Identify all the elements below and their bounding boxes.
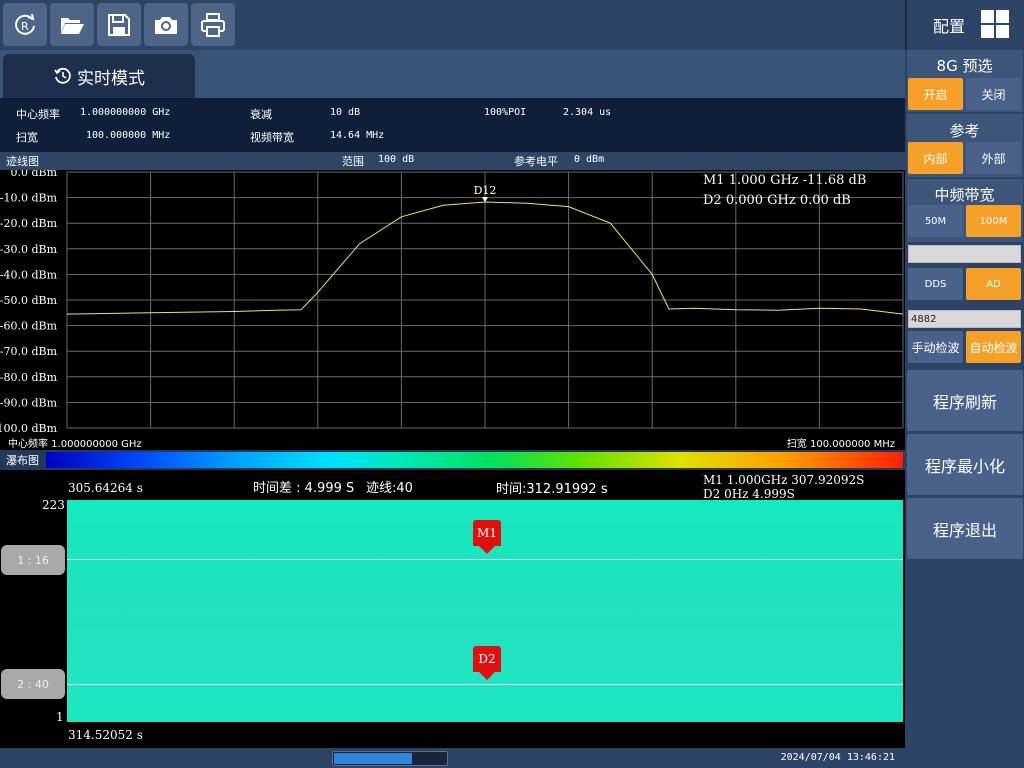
- waterfall-y-bottom: 1: [56, 710, 64, 724]
- poi-label: 100%POI: [484, 107, 527, 118]
- span-label: 扫宽: [16, 131, 38, 144]
- waterfall-readout-m1: M1 1.000GHz 307.92092S: [703, 473, 865, 487]
- reset-icon: R: [15, 13, 35, 35]
- save-icon: [108, 13, 130, 36]
- waterfall-canvas[interactable]: M1 D2: [67, 500, 903, 722]
- center-freq-value: 1.000000000 GHz: [80, 107, 171, 118]
- center-freq-label: 中心频率: [16, 108, 60, 121]
- trace-readout-m1: M1 1.000 GHz -11.68 dB: [703, 173, 867, 188]
- waterfall-y-top: 223: [42, 498, 65, 512]
- ref-internal-button[interactable]: 内部: [908, 142, 963, 174]
- reference-title: 参考: [949, 122, 980, 140]
- ifbw-100m-button[interactable]: 100M: [966, 205, 1021, 237]
- y-tick-label: -60.0 dBm: [0, 320, 58, 333]
- y-tick-label: -20.0 dBm: [0, 217, 58, 230]
- refresh-program-button[interactable]: 程序刷新: [907, 370, 1023, 431]
- trace-header: 迹线图 范围 100 dB 参考电平 0 dBm: [0, 152, 905, 170]
- exit-program-button[interactable]: 程序退出: [907, 498, 1023, 559]
- footer-center-freq: 中心频率 1.000000000 GHz: [8, 439, 142, 450]
- trace-line-count: 迹线:40: [366, 481, 413, 496]
- manual-detect-button[interactable]: 手动检波: [908, 331, 963, 363]
- trace-footer: 中心频率 1.000000000 GHz 扫宽 100.000000 MHz: [0, 432, 905, 450]
- config-label: 配置: [933, 17, 966, 36]
- status-bar: 2024/07/04 13:46:21: [0, 748, 905, 768]
- atten-value: 10 dB: [330, 107, 361, 118]
- grid-icon[interactable]: [981, 10, 1009, 38]
- reset-button[interactable]: R: [3, 3, 47, 46]
- save-button[interactable]: [97, 3, 141, 46]
- tab-bar: 实时模式: [0, 50, 905, 98]
- folder-open-icon: [61, 17, 84, 34]
- y-tick-label: 0.0 dBm: [10, 170, 57, 179]
- marker-line-handle-2[interactable]: 2 : 40: [1, 669, 65, 699]
- ifbw-title: 中频带宽: [934, 186, 995, 204]
- ref-level-label: 参考电平: [514, 155, 558, 168]
- print-button[interactable]: [191, 3, 235, 46]
- preselect-title: 8G 预选: [936, 57, 993, 75]
- trace-title: 迹线图: [6, 155, 39, 168]
- footer-span: 扫宽 100.000000 MHz: [786, 439, 895, 450]
- span-value: 100.000000 MHz: [86, 130, 171, 141]
- waterfall-marker-m1[interactable]: M1: [473, 520, 501, 554]
- y-tick-label: -10.0 dBm: [0, 192, 58, 205]
- waterfall-area: 305.64264 s 时间差 : 4.999 S 迹线:40 时间:312.9…: [0, 470, 905, 748]
- screenshot-button[interactable]: [144, 3, 188, 46]
- y-tick-label: -40.0 dBm: [0, 268, 58, 281]
- y-tick-label: -80.0 dBm: [0, 371, 58, 384]
- svg-text:R: R: [21, 20, 29, 33]
- preselect-off-button[interactable]: 关闭: [966, 78, 1021, 110]
- camera-icon: [155, 16, 177, 34]
- tab-realtime-mode[interactable]: 实时模式: [3, 54, 195, 98]
- spectrum-chart[interactable]: 0.0 dBm -10.0 dBm -20.0 dBm -30.0 dBm -40.0 …: [0, 166, 905, 435]
- poi-value: 2.304 us: [563, 107, 612, 118]
- trace-plot[interactable]: 0.0 dBm -10.0 dBm -20.0 dBm -30.0 dBm -40.0 …: [0, 166, 905, 435]
- minimize-program-button[interactable]: 程序最小化: [907, 434, 1023, 495]
- waterfall-bottom-time: 314.52052 s: [68, 728, 143, 742]
- ad-button[interactable]: AD: [966, 268, 1021, 300]
- trace-marker[interactable]: [482, 196, 488, 202]
- input-field-1[interactable]: [908, 245, 1021, 263]
- ref-level-value: 0 dBm: [574, 154, 605, 165]
- progress-bar: [332, 751, 448, 766]
- open-button[interactable]: [50, 3, 94, 46]
- time-value: 时间:312.91992 s: [496, 482, 608, 497]
- color-scale-bar: [46, 452, 903, 468]
- right-panel: 8G 预选 开启 关闭 参考 内部 外部 中频带宽 50M 100M DDS A…: [905, 50, 1024, 768]
- progress-fill: [334, 753, 413, 764]
- y-tick-label: -30.0 dBm: [0, 243, 58, 256]
- waterfall-header: 瀑布图: [0, 450, 905, 470]
- trace-marker-label: D12: [474, 184, 497, 197]
- y-tick-label: -70.0 dBm: [0, 345, 58, 358]
- config-area: 配置: [905, 0, 1024, 50]
- parameter-panel: 中心频率 1.000000000 GHz 扫宽 100.000000 MHz 衰…: [0, 98, 905, 152]
- y-tick-label: -90.0 dBm: [0, 396, 58, 409]
- dds-button[interactable]: DDS: [908, 268, 963, 300]
- waterfall-top-time: 305.64264 s: [68, 481, 143, 495]
- ifbw-50m-button[interactable]: 50M: [908, 205, 963, 237]
- marker-line-handle-1[interactable]: 1 : 16: [1, 545, 65, 575]
- y-tick-label: -100.0 dBm: [0, 422, 58, 432]
- atten-label: 衰减: [250, 108, 272, 121]
- range-value: 100 dB: [378, 154, 415, 165]
- waterfall-readout-d2: D2 0Hz 4.999S: [703, 487, 795, 501]
- marker-line-d2: [67, 684, 903, 685]
- waterfall-marker-d2[interactable]: D2: [473, 646, 501, 680]
- preselect-on-button[interactable]: 开启: [908, 78, 963, 110]
- printer-icon: [201, 12, 225, 37]
- ref-external-button[interactable]: 外部: [966, 142, 1021, 174]
- range-label: 范围: [342, 155, 364, 168]
- trace-readout-d2: D2 0.000 GHz 0.00 dB: [703, 193, 851, 208]
- y-tick-label: -50.0 dBm: [0, 294, 58, 307]
- marker-line-m1: [67, 559, 903, 560]
- history-icon: [54, 67, 71, 84]
- vbw-label: 视频带宽: [250, 131, 294, 144]
- toolbar: R: [0, 0, 905, 50]
- tab-label: 实时模式: [77, 68, 145, 89]
- datetime: 2024/07/04 13:46:21: [780, 752, 895, 763]
- waterfall-title: 瀑布图: [6, 454, 39, 467]
- auto-detect-button[interactable]: 自动检波: [966, 331, 1021, 363]
- vbw-value: 14.64 MHz: [330, 130, 385, 141]
- time-diff: 时间差 : 4.999 S: [253, 481, 355, 496]
- input-field-2[interactable]: 4882: [908, 310, 1021, 328]
